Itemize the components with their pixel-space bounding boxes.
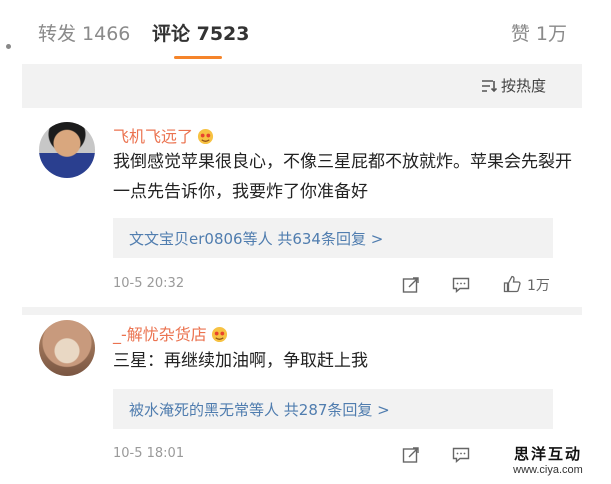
reply-summary-text: 文文宝贝er0806等人 共634条回复 > — [129, 230, 384, 248]
emoji-badge-icon — [211, 326, 227, 343]
tab-like[interactable]: 赞 1万 — [511, 22, 567, 46]
share-icon[interactable] — [402, 276, 420, 294]
comment-icon[interactable] — [452, 446, 470, 464]
comment-text: 三星：再继续加油啊，争取赶上我 — [113, 351, 368, 371]
tab-comment[interactable]: 评论 7523 — [152, 22, 250, 46]
comment-icon[interactable] — [452, 276, 470, 294]
watermark-url: www.ciya.com — [513, 464, 583, 476]
watermark: 思洋互动 www.ciya.com — [487, 443, 609, 481]
sort-button[interactable]: 按热度 — [481, 75, 546, 96]
sort-icon — [482, 80, 497, 93]
tab-repost[interactable]: 转发 1466 — [38, 22, 130, 46]
comment-username[interactable]: 飞机飞远了 — [113, 123, 214, 147]
comment-time: 10-5 18:01 — [113, 446, 185, 461]
reply-summary-box[interactable]: 文文宝贝er0806等人 共634条回复 > — [113, 218, 553, 258]
reply-summary-text: 被水淹死的黑无常等人 共287条回复 > — [129, 401, 390, 419]
comment-text: 我倒感觉苹果很良心，不像三星屁都不放就炸。苹果会先裂开一点先告诉你，我要炸了你准… — [113, 152, 572, 202]
comment-username[interactable]: _-解忧杂货店 — [113, 321, 228, 345]
active-tab-indicator — [174, 56, 222, 59]
avatar[interactable] — [39, 320, 95, 376]
like-icon[interactable] — [503, 275, 521, 293]
avatar[interactable] — [39, 122, 95, 178]
emoji-badge-icon — [197, 128, 214, 145]
reply-summary-box[interactable]: 被水淹死的黑无常等人 共287条回复 > — [113, 389, 553, 429]
username-text: 飞机飞远了 — [113, 127, 194, 146]
share-icon[interactable] — [402, 446, 420, 464]
watermark-title: 思洋互动 — [513, 445, 582, 463]
edge-dot — [6, 44, 11, 49]
username-text: _-解忧杂货店 — [113, 325, 207, 344]
comment-time: 10-5 20:32 — [113, 276, 185, 291]
like-count: 1万 — [527, 278, 550, 294]
comment-separator — [22, 307, 582, 315]
sort-label: 按热度 — [501, 77, 547, 95]
